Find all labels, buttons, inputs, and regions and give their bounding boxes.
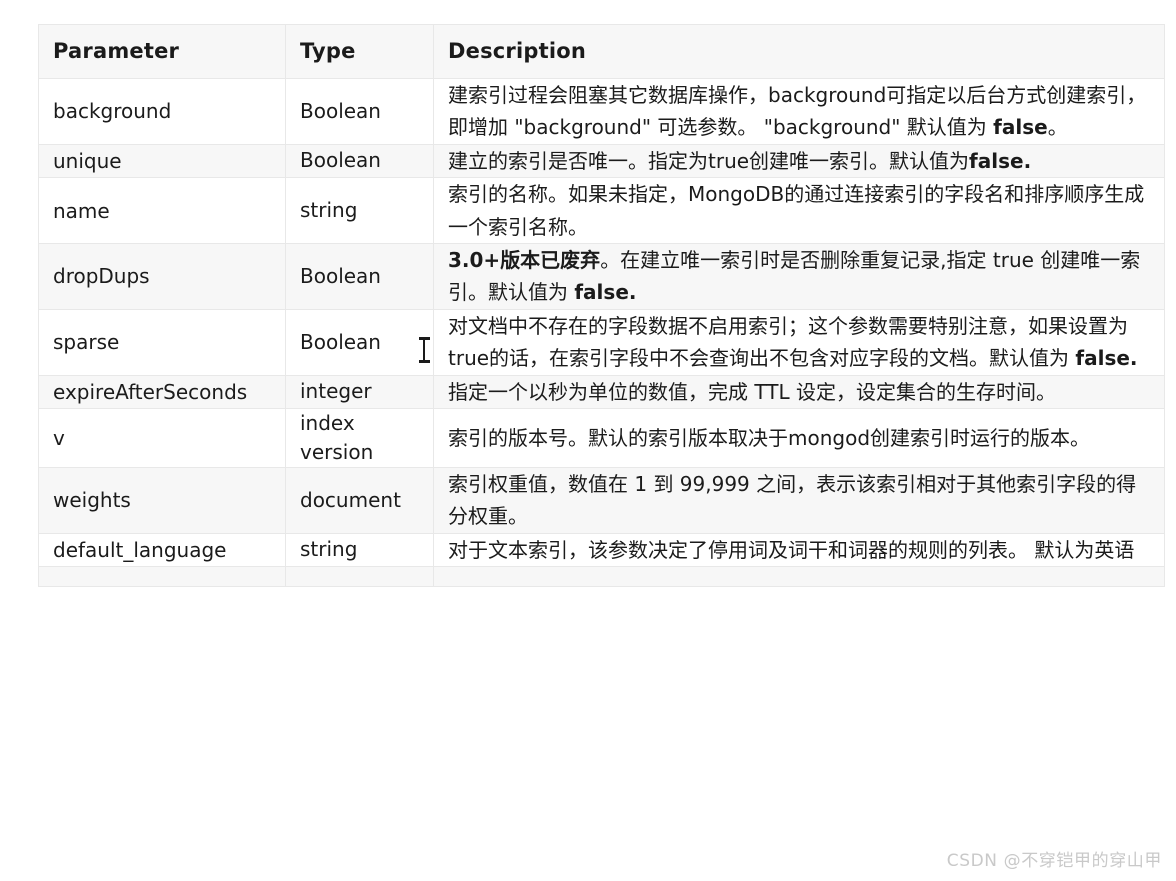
table-row: default_language string 对于文本索引，该参数决定了停用词及词…	[38, 532, 1165, 568]
cell-type: document	[285, 466, 434, 534]
description-text: 对文档中不存在的字段数据不启用索引；这个参数需要特别注意，如果设置为true的话…	[448, 313, 1128, 371]
cell-description: 对文档中不存在的字段数据不启用索引；这个参数需要特别注意，如果设置为true的话…	[433, 308, 1165, 376]
table-row: weights document 索引权重值，数值在 1 到 99,999 之间，表…	[38, 466, 1165, 534]
cell-parameter: default_language	[38, 532, 286, 568]
cell-type: Boolean	[285, 242, 434, 310]
table-row: expireAfterSeconds integer 指定一个以秒为单位的数值，完成…	[38, 374, 1165, 409]
parameter-table: Parameter Type Description background Boo…	[38, 24, 1165, 588]
cell-description: 指定一个以秒为单位的数值，完成 TTL 设定，设定集合的生存时间。	[433, 374, 1165, 409]
cell-partial	[285, 566, 434, 588]
cell-description: 3.0+版本已废弃。在建立唯一索引时是否删除重复记录,指定 true 创建唯一索…	[433, 242, 1165, 310]
description-text: 索引的版本号。默认的索引版本取决于mongod创建索引时运行的版本。	[448, 425, 1091, 450]
table-body: background Boolean 建索引过程会阻塞其它数据库操作，backgro…	[38, 78, 1165, 588]
cell-type: string	[285, 532, 434, 568]
table-row: sparse Boolean 对文档中不存在的字段数据不启用索引；这个参数需要特别注…	[38, 308, 1165, 376]
cell-type: Boolean	[285, 78, 434, 145]
cell-partial	[433, 566, 1165, 588]
cell-type: string	[285, 177, 434, 244]
description-text: 索引权重值，数值在 1 到 99,999 之间，表示该索引相对于其他索引字段的得…	[448, 471, 1137, 529]
description-emphasis: false.	[574, 280, 637, 305]
description-emphasis: false.	[969, 148, 1032, 173]
description-emphasis: false	[993, 115, 1048, 140]
column-header-type: Type	[285, 24, 434, 79]
table-row: unique Boolean 建立的索引是否唯一。指定为true创建唯一索引。默认值…	[38, 143, 1165, 179]
cell-description: 索引的名称。如果未指定，MongoDB的通过连接索引的字段名和排序顺序生成一个索…	[433, 177, 1165, 244]
description-text: 对于文本索引，该参数决定了停用词及词干和词器的规则的列表。 默认为英语	[448, 537, 1135, 562]
cell-type: Boolean	[285, 308, 434, 376]
cell-type: index version	[285, 407, 434, 468]
table-header: Parameter Type Description	[38, 24, 1165, 79]
table-row: dropDups Boolean 3.0+版本已废弃。在建立唯一索引时是否删除重复记…	[38, 242, 1165, 310]
table-row: background Boolean 建索引过程会阻塞其它数据库操作，backgro…	[38, 78, 1165, 145]
description-text: 建立的索引是否唯一。指定为true创建唯一索引。默认值为	[448, 148, 970, 173]
cell-description: 建索引过程会阻塞其它数据库操作，background可指定以后台方式创建索引，即…	[433, 78, 1165, 145]
cell-parameter: expireAfterSeconds	[38, 374, 286, 409]
cell-description: 索引权重值，数值在 1 到 99,999 之间，表示该索引相对于其他索引字段的得…	[433, 466, 1165, 534]
table-row: v index version 索引的版本号。默认的索引版本取决于mongod创建索…	[38, 407, 1165, 468]
cell-type: integer	[285, 374, 434, 409]
description-text: 。	[1047, 115, 1068, 140]
cell-description: 索引的版本号。默认的索引版本取决于mongod创建索引时运行的版本。	[433, 407, 1165, 468]
cell-parameter: name	[38, 177, 286, 244]
cell-type: Boolean	[285, 143, 434, 179]
cell-description: 建立的索引是否唯一。指定为true创建唯一索引。默认值为false.	[433, 143, 1165, 179]
cell-parameter: background	[38, 78, 286, 145]
description-emphasis: false.	[1075, 346, 1138, 371]
description-emphasis: 3.0+版本已废弃	[448, 247, 601, 272]
description-text: 指定一个以秒为单位的数值，完成 TTL 设定，设定集合的生存时间。	[448, 379, 1056, 404]
page-root: Parameter Type Description background Boo…	[0, 0, 1176, 881]
cell-parameter: unique	[38, 143, 286, 179]
cell-parameter: dropDups	[38, 242, 286, 310]
table-row: name string 索引的名称。如果未指定，MongoDB的通过连接索引的字段名…	[38, 177, 1165, 244]
cell-partial	[38, 566, 286, 588]
column-header-parameter: Parameter	[38, 24, 286, 79]
cell-parameter: v	[38, 407, 286, 468]
table-header-row: Parameter Type Description	[38, 24, 1165, 79]
cell-description: 对于文本索引，该参数决定了停用词及词干和词器的规则的列表。 默认为英语	[433, 532, 1165, 568]
parameter-table-container: Parameter Type Description background Boo…	[38, 24, 1165, 588]
table-row-partial	[38, 566, 1165, 588]
description-text: 索引的名称。如果未指定，MongoDB的通过连接索引的字段名和排序顺序生成一个索…	[448, 182, 1145, 239]
csdn-watermark: CSDN @不穿铠甲的穿山甲	[946, 851, 1162, 871]
cell-parameter: weights	[38, 466, 286, 534]
column-header-description: Description	[433, 24, 1165, 79]
cell-parameter: sparse	[38, 308, 286, 376]
